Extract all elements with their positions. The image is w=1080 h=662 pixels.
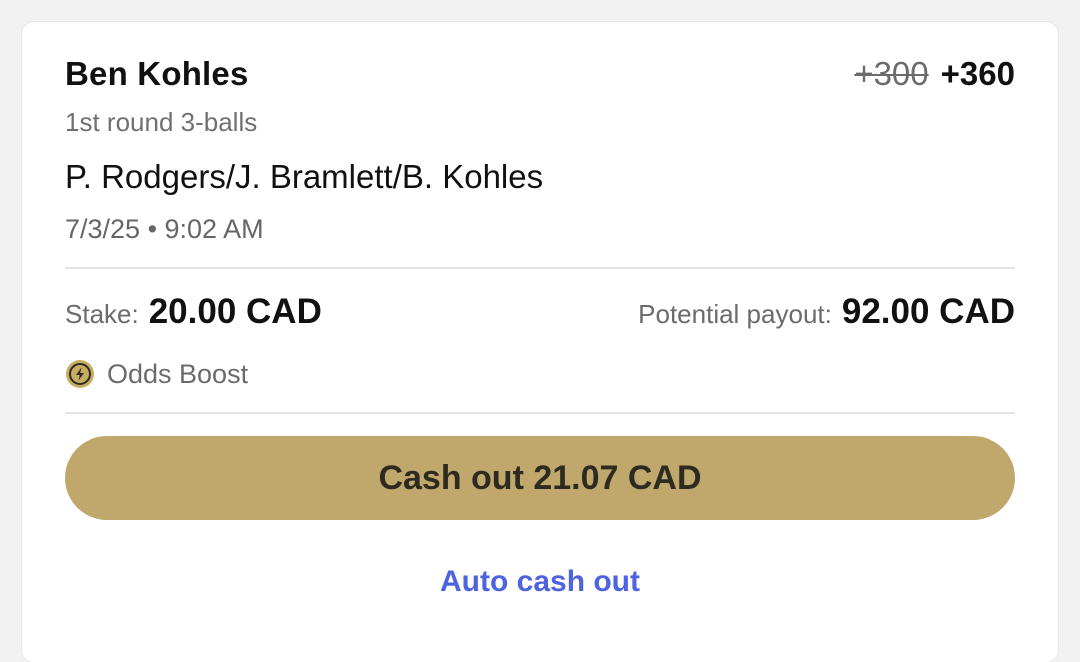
odds-boost-label: Odds Boost — [107, 359, 249, 389]
divider — [65, 267, 1015, 269]
original-odds: +300 — [854, 55, 929, 92]
bet-card-content: Ben Kohles +300 +360 1st round 3-balls P… — [65, 22, 1015, 662]
selection-name: Ben Kohles — [65, 55, 249, 92]
lightning-coin-icon — [65, 359, 95, 389]
payout-value: 92.00 CAD — [841, 292, 1015, 331]
event-datetime: 7/3/25 • 9:02 AM — [65, 214, 264, 244]
bet-header: Ben Kohles +300 +360 — [65, 54, 1015, 98]
event-name: P. Rodgers/J. Bramlett/B. Kohles — [65, 158, 544, 195]
odds-display: +300 +360 — [854, 54, 1015, 94]
odds-boost-tag: Odds Boost — [65, 357, 248, 391]
boosted-odds: +360 — [940, 55, 1015, 92]
stake-label: Stake: — [65, 299, 139, 329]
wager-row: Stake: 20.00 CAD Potential payout: 92.00… — [65, 292, 1015, 336]
stake-value: 20.00 CAD — [148, 292, 322, 331]
potential-payout: Potential payout: 92.00 CAD — [638, 292, 1015, 332]
cash-out-button[interactable]: Cash out 21.07 CAD — [65, 436, 1015, 520]
stake: Stake: 20.00 CAD — [65, 292, 322, 332]
payout-label: Potential payout: — [638, 299, 832, 329]
bet-card: Ben Kohles +300 +360 1st round 3-balls P… — [22, 22, 1058, 662]
auto-cash-out-link[interactable]: Auto cash out — [65, 562, 1015, 602]
divider — [65, 412, 1015, 414]
market-name: 1st round 3-balls — [65, 107, 258, 137]
